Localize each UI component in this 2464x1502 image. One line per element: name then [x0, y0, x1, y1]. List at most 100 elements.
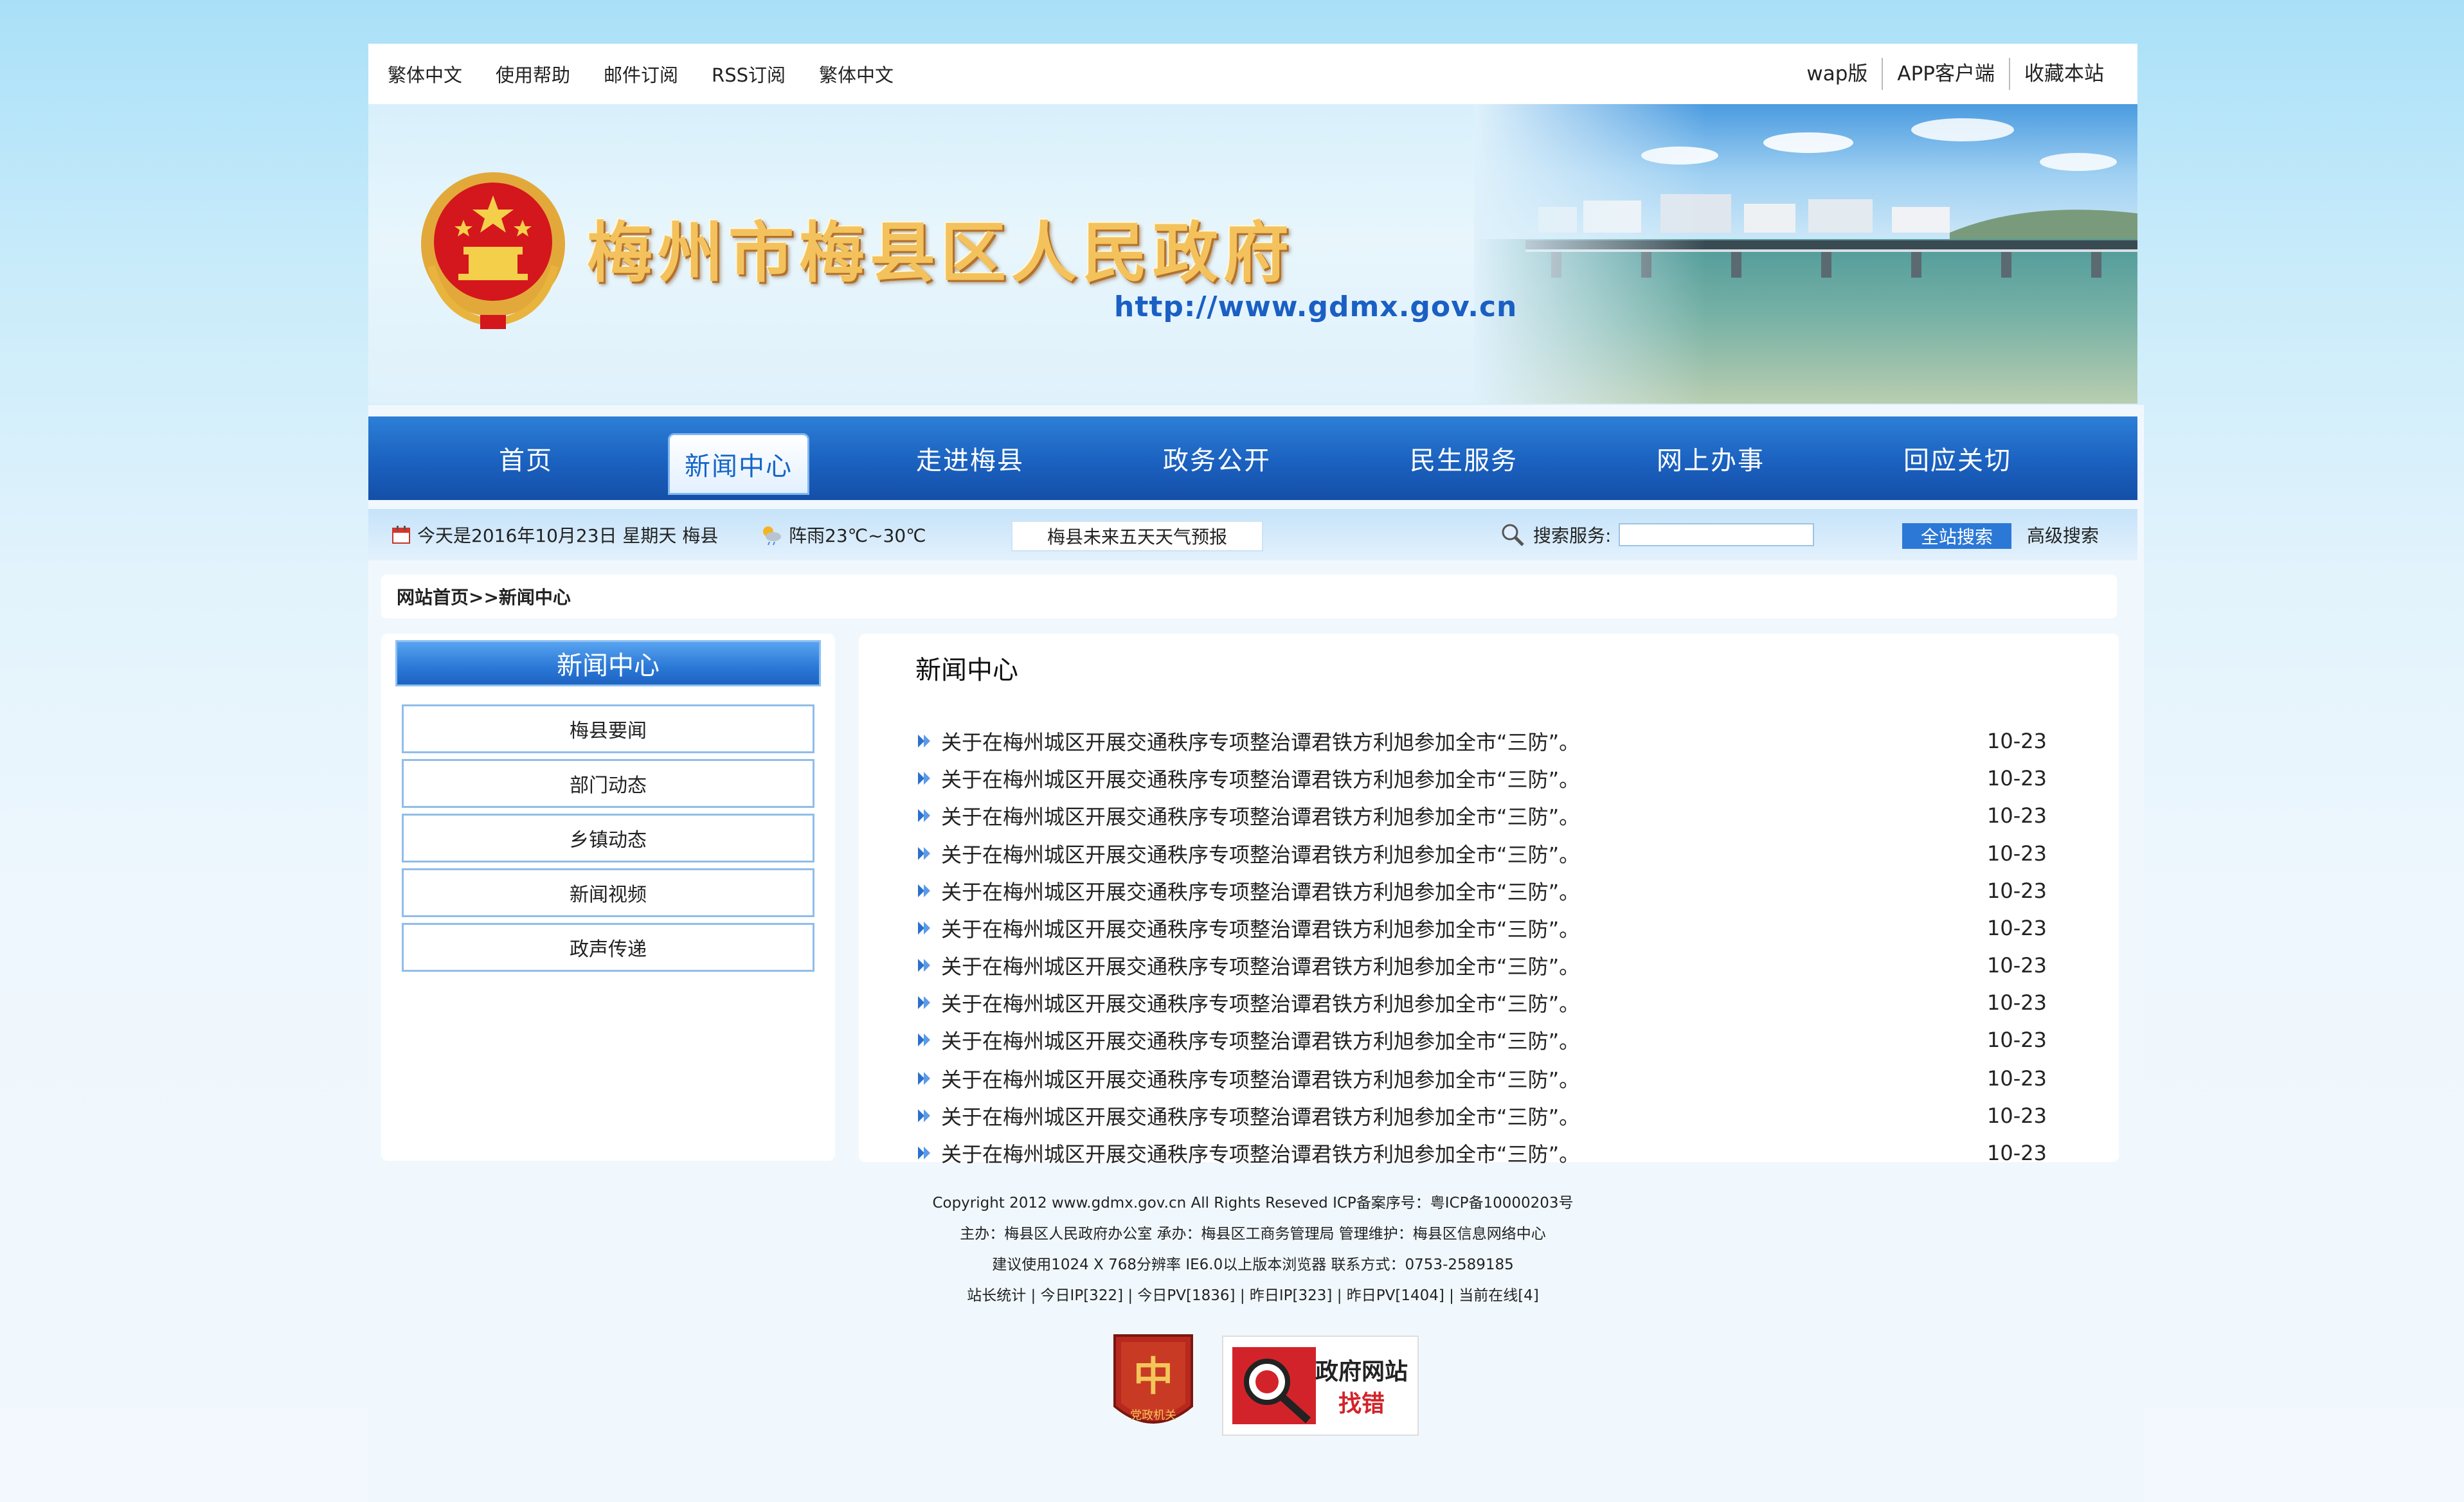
- top-links-left: 繁体中文 使用帮助 邮件订阅 RSS订阅 繁体中文: [388, 44, 927, 104]
- news-title[interactable]: 关于在梅州城区开展交通秩序专项整治谭君铁方利旭参加全市“三防”。: [941, 1101, 1970, 1131]
- news-title[interactable]: 关于在梅州城区开展交通秩序专项整治谭君铁方利旭参加全市“三防”。: [941, 988, 1970, 1017]
- news-date: 10-23: [1987, 766, 2047, 791]
- main-nav: 首页 新闻中心 走进梅县 政务公开 民生服务 网上办事 回应关切: [368, 416, 2137, 500]
- news-list-panel: 新闻中心 关于在梅州城区开展交通秩序专项整治谭君铁方利旭参加全市“三防”。 10-…: [859, 634, 2119, 1167]
- party-government-badge-icon[interactable]: 中 党政机关: [1108, 1329, 1198, 1438]
- news-item[interactable]: 关于在梅州城区开展交通秩序专项整治谭君铁方利旭参加全市“三防”。 10-23: [915, 762, 2047, 794]
- top-links-right: wap版 APP客户端 收藏本站: [1792, 44, 2118, 104]
- news-title[interactable]: 关于在梅州城区开展交通秩序专项整治谭君铁方利旭参加全市“三防”。: [941, 1064, 1970, 1093]
- nav-news-center[interactable]: 新闻中心: [668, 433, 809, 495]
- double-arrow-icon: [918, 922, 930, 934]
- news-date: 10-23: [1987, 1141, 2047, 1165]
- news-item[interactable]: 关于在梅州城区开展交通秩序专项整治谭君铁方利旭参加全市“三防”。 10-23: [915, 949, 2047, 981]
- news-date: 10-23: [1987, 1028, 2047, 1052]
- news-title[interactable]: 关于在梅州城区开展交通秩序专项整治谭君铁方利旭参加全市“三防”。: [941, 839, 1970, 868]
- news-title[interactable]: 关于在梅州城区开展交通秩序专项整治谭君铁方利旭参加全市“三防”。: [941, 913, 1970, 943]
- weather-icon: [763, 526, 781, 546]
- news-item[interactable]: 关于在梅州城区开展交通秩序专项整治谭君铁方利旭参加全市“三防”。 10-23: [915, 800, 2047, 832]
- breadcrumb[interactable]: 网站首页>>新闻中心: [381, 575, 2117, 618]
- content-title: 新闻中心: [915, 656, 1018, 685]
- news-title[interactable]: 关于在梅州城区开展交通秩序专项整治谭君铁方利旭参加全市“三防”。: [941, 1025, 1970, 1055]
- top-utility-bar: 繁体中文 使用帮助 邮件订阅 RSS订阅 繁体中文 wap版 APP客户端 收藏…: [368, 44, 2137, 104]
- news-date: 10-23: [1987, 1066, 2047, 1091]
- forecast-button[interactable]: 梅县未来五天天气预报: [1011, 521, 1263, 551]
- svg-text:党政机关: 党政机关: [1130, 1409, 1176, 1422]
- double-arrow-icon: [918, 735, 930, 747]
- gov-site-error-report-badge[interactable]: 政府网站 找错: [1222, 1336, 1419, 1436]
- news-date: 10-23: [1987, 916, 2047, 940]
- sidebar-item-department-news[interactable]: 部门动态: [402, 759, 814, 808]
- site-banner: 梅州市梅县区人民政府 http://www.gdmx.gov.cn: [368, 104, 2137, 404]
- news-item[interactable]: 关于在梅州城区开展交通秩序专项整治谭君铁方利旭参加全市“三防”。 10-23: [915, 912, 2047, 944]
- double-arrow-icon: [918, 1033, 930, 1046]
- top-link-traditional-chinese-2[interactable]: 繁体中文: [819, 60, 894, 87]
- news-item[interactable]: 关于在梅州城区开展交通秩序专项整治谭君铁方利旭参加全市“三防”。 10-23: [915, 1024, 2047, 1056]
- double-arrow-icon: [918, 1109, 930, 1122]
- news-title[interactable]: 关于在梅州城区开展交通秩序专项整治谭君铁方利旭参加全市“三防”。: [941, 726, 1970, 756]
- footer-browser-note: 建议使用1024 X 768分辨率 IE6.0以上版本浏览器 联系方式：0753…: [992, 1256, 1514, 1273]
- news-item[interactable]: 关于在梅州城区开展交通秩序专项整治谭君铁方利旭参加全市“三防”。 10-23: [915, 1137, 2047, 1169]
- double-arrow-icon: [918, 959, 930, 972]
- footer-stats: 站长统计 | 今日IP[322] | 今日PV[1836] | 昨日IP[323…: [967, 1287, 1539, 1304]
- nav-public-services[interactable]: 民生服务: [1393, 416, 1534, 500]
- search-input[interactable]: [1619, 523, 1815, 546]
- page-wrapper: 繁体中文 使用帮助 邮件订阅 RSS订阅 繁体中文 wap版 APP客户端 收藏…: [368, 44, 2137, 1502]
- weather-text: 阵雨23℃~30℃: [789, 525, 926, 546]
- double-arrow-icon: [918, 772, 930, 785]
- sidebar: 新闻中心 梅县要闻 部门动态 乡镇动态 新闻视频 政声传递: [381, 634, 835, 1161]
- error-report-icon: 政府网站 找错: [1232, 1347, 1408, 1424]
- double-arrow-icon: [918, 809, 930, 822]
- sidebar-title: 新闻中心: [395, 640, 821, 686]
- sidebar-item-news-video[interactable]: 新闻视频: [402, 868, 814, 917]
- nav-about-meixian[interactable]: 走进梅县: [899, 416, 1041, 500]
- search-label: 搜索服务:: [1533, 525, 1612, 546]
- info-bar: 今天是2016年10月23日 星期天 梅县 阵雨23℃~30℃ 梅县未来五天天气…: [368, 509, 2137, 560]
- footer-copyright: Copyright 2012 www.gdmx.gov.cn All Right…: [932, 1195, 1574, 1211]
- advanced-search-link[interactable]: 高级搜索: [2027, 509, 2099, 560]
- site-url[interactable]: http://www.gdmx.gov.cn: [1114, 291, 1517, 323]
- svg-text:中: 中: [1133, 1353, 1173, 1400]
- nav-government-affairs[interactable]: 政务公开: [1146, 416, 1288, 500]
- sidebar-item-township-news[interactable]: 乡镇动态: [402, 814, 814, 863]
- news-title[interactable]: 关于在梅州城区开展交通秩序专项整治谭君铁方利旭参加全市“三防”。: [941, 951, 1970, 980]
- site-title: 梅州市梅县区人民政府: [587, 215, 1294, 292]
- news-item[interactable]: 关于在梅州城区开展交通秩序专项整治谭君铁方利旭参加全市“三防”。 10-23: [915, 1100, 2047, 1132]
- top-link-email-subscribe[interactable]: 邮件订阅: [604, 60, 678, 87]
- sidebar-item-meixian-news[interactable]: 梅县要闻: [402, 704, 814, 753]
- news-date: 10-23: [1987, 990, 2047, 1015]
- top-link-rss[interactable]: RSS订阅: [712, 60, 786, 87]
- news-item[interactable]: 关于在梅州城区开展交通秩序专项整治谭君铁方利旭参加全市“三防”。 10-23: [915, 875, 2047, 907]
- news-title[interactable]: 关于在梅州城区开展交通秩序专项整治谭君铁方利旭参加全市“三防”。: [941, 801, 1970, 830]
- svg-text:找错: 找错: [1338, 1391, 1385, 1417]
- national-emblem-icon: [421, 172, 565, 329]
- calendar-icon: [392, 526, 410, 544]
- double-arrow-icon: [918, 884, 930, 897]
- news-date: 10-23: [1987, 879, 2047, 903]
- news-item[interactable]: 关于在梅州城区开展交通秩序专项整治谭君铁方利旭参加全市“三防”。 10-23: [915, 725, 2047, 757]
- nav-response[interactable]: 回应关切: [1887, 416, 2028, 500]
- news-date: 10-23: [1987, 953, 2047, 978]
- news-date: 10-23: [1987, 729, 2047, 753]
- nav-home[interactable]: 首页: [439, 416, 613, 500]
- top-link-wap[interactable]: wap版: [1792, 58, 1882, 90]
- news-date: 10-23: [1987, 841, 2047, 866]
- news-title[interactable]: 关于在梅州城区开展交通秩序专项整治谭君铁方利旭参加全市“三防”。: [941, 764, 1970, 793]
- site-search-button[interactable]: 全站搜索: [1902, 523, 2011, 549]
- footer-sponsor: 主办：梅县区人民政府办公室 承办：梅县区工商务管理局 管理维护：梅县区信息网络中…: [960, 1226, 1546, 1242]
- news-title[interactable]: 关于在梅州城区开展交通秩序专项整治谭君铁方利旭参加全市“三防”。: [941, 876, 1970, 906]
- top-link-traditional-chinese[interactable]: 繁体中文: [388, 60, 462, 87]
- news-item[interactable]: 关于在梅州城区开展交通秩序专项整治谭君铁方利旭参加全市“三防”。 10-23: [915, 987, 2047, 1019]
- news-item[interactable]: 关于在梅州城区开展交通秩序专项整治谭君铁方利旭参加全市“三防”。 10-23: [915, 1062, 2047, 1095]
- top-link-help[interactable]: 使用帮助: [496, 60, 570, 87]
- news-title[interactable]: 关于在梅州城区开展交通秩序专项整治谭君铁方利旭参加全市“三防”。: [941, 1138, 1970, 1168]
- double-arrow-icon: [918, 1147, 930, 1159]
- nav-online-services[interactable]: 网上办事: [1640, 416, 1781, 500]
- top-link-bookmark[interactable]: 收藏本站: [2009, 58, 2118, 90]
- top-link-app[interactable]: APP客户端: [1882, 58, 2009, 90]
- double-arrow-icon: [918, 1072, 930, 1085]
- news-item[interactable]: 关于在梅州城区开展交通秩序专项整治谭君铁方利旭参加全市“三防”。 10-23: [915, 837, 2047, 870]
- sidebar-item-government-voice[interactable]: 政声传递: [402, 923, 814, 972]
- bridge-scene-image: [1474, 104, 2137, 404]
- weather-info: 阵雨23℃~30℃: [760, 509, 926, 560]
- date-info: 今天是2016年10月23日 星期天 梅县: [391, 509, 718, 560]
